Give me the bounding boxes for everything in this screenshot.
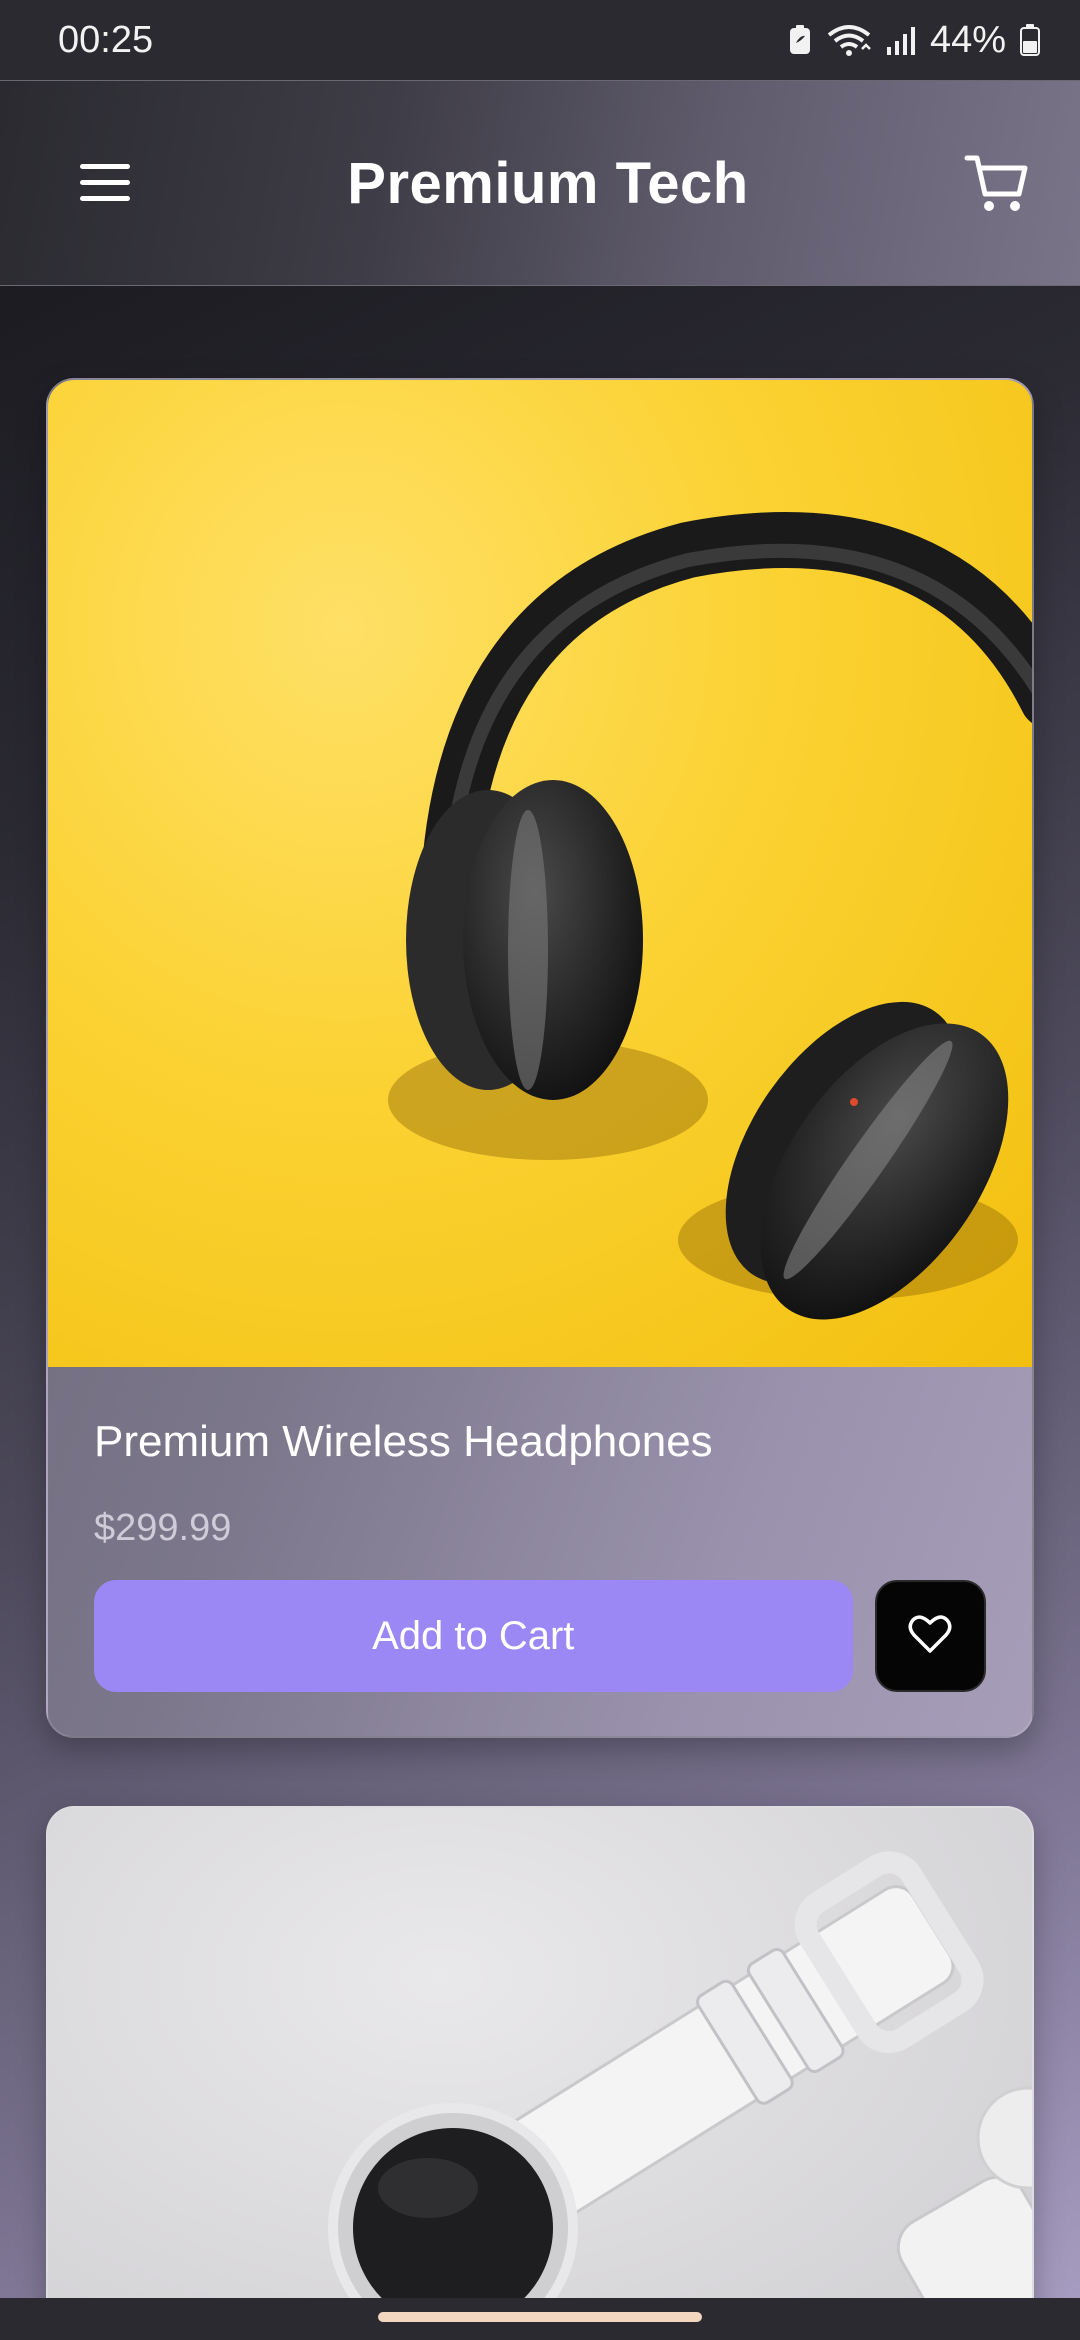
- product-name: Premium Wireless Headphones: [94, 1417, 713, 1466]
- heart-outline-icon: [908, 1614, 952, 1659]
- app-screen: 00:25 44% Premium Tech Premium Wireless …: [0, 0, 1080, 2340]
- product-card[interactable]: [46, 1806, 1034, 2340]
- add-to-cart-button[interactable]: Add to Cart: [94, 1580, 853, 1692]
- product-card[interactable]: Premium Wireless Headphones $299.99 Add …: [46, 378, 1034, 1738]
- status-time: 00:25: [58, 18, 154, 61]
- battery-icon: [1020, 24, 1040, 56]
- smartwatch-photo: [48, 1808, 1032, 2340]
- wifi-icon: [826, 23, 872, 57]
- system-nav-bar: [0, 2298, 1080, 2340]
- app-bar: Premium Tech: [0, 80, 1080, 286]
- battery-percent: 44%: [929, 18, 1006, 61]
- product-actions: Add to Cart: [94, 1580, 986, 1692]
- app-title: Premium Tech: [347, 150, 749, 216]
- product-price: $299.99: [94, 1507, 232, 1549]
- status-icons: 44%: [788, 19, 1040, 62]
- battery-saver-icon: [788, 25, 812, 55]
- headphones-photo: [48, 380, 1032, 1367]
- favorite-button[interactable]: [874, 1580, 986, 1692]
- shopping-cart-icon[interactable]: [964, 150, 1030, 216]
- product-info: Premium Wireless Headphones $299.99 Add …: [48, 1367, 1032, 1736]
- status-bar: 00:25 44%: [0, 0, 1080, 80]
- hamburger-menu-icon[interactable]: [78, 161, 132, 205]
- signal-icon: [886, 25, 916, 55]
- home-gesture-handle[interactable]: [378, 2312, 702, 2322]
